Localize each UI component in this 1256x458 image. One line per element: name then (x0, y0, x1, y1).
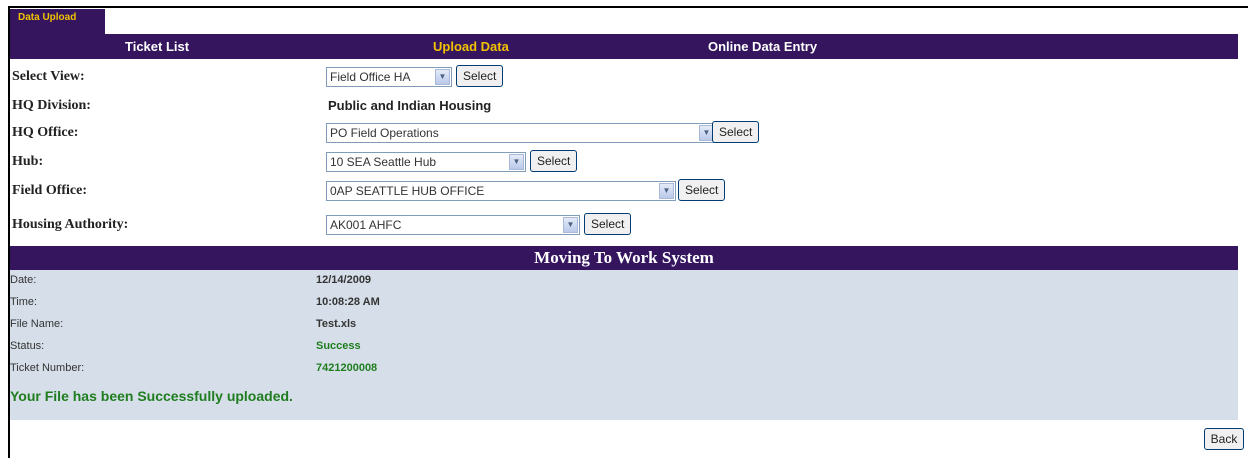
field-office-value: 0AP SEATTLE HUB OFFICE (330, 184, 485, 198)
date-label: Date: (10, 274, 37, 286)
hq-division-value: Public and Indian Housing (328, 98, 492, 113)
hub-select-button[interactable]: Select (530, 150, 578, 172)
file-name-value: Test.xls (316, 318, 357, 330)
ticket-number-label: Ticket Number: (10, 362, 85, 374)
info-row-date: Date: 12/14/2009 (10, 272, 610, 290)
info-row-status: Status: Success (10, 338, 610, 356)
hq-office-select-button[interactable]: Select (712, 121, 760, 143)
hq-division-label: HQ Division: (12, 98, 91, 113)
nav-bar: Ticket List Upload Data Online Data Entr… (10, 34, 1238, 59)
ticket-number-value: 7421200008 (316, 362, 378, 374)
chevron-down-icon: ▼ (509, 154, 524, 170)
select-view-label: Select View: (12, 69, 85, 84)
tab-data-upload[interactable]: Data Upload (10, 9, 105, 34)
select-view-dropdown[interactable]: Field Office HA ▼ (326, 67, 452, 87)
chevron-down-icon: ▼ (563, 217, 578, 233)
hq-office-dropdown[interactable]: PO Field Operations ▼ (326, 123, 716, 143)
field-office-select-button[interactable]: Select (678, 179, 726, 201)
hub-value: 10 SEA Seattle Hub (330, 155, 437, 169)
panel-title: Moving To Work System (10, 246, 1238, 270)
form-row-hq-division: HQ Division: Public and Indian Housing (10, 94, 910, 118)
select-view-button[interactable]: Select (456, 65, 504, 87)
time-label: Time: (10, 296, 38, 308)
file-name-label: File Name: (10, 318, 64, 330)
housing-authority-dropdown[interactable]: AK001 AHFC ▼ (326, 215, 580, 235)
hq-office-value: PO Field Operations (330, 126, 439, 140)
select-view-value: Field Office HA (330, 70, 411, 84)
back-button[interactable]: Back (1204, 428, 1244, 450)
hq-office-label: HQ Office: (12, 125, 79, 140)
housing-authority-value: AK001 AHFC (330, 218, 402, 232)
upload-result-panel: Date: 12/14/2009 Time: 10:08:28 AM File … (10, 270, 1238, 420)
form-row-select-view: Select View: Field Office HA ▼ Select (10, 65, 910, 89)
nav-ticket-list[interactable]: Ticket List (125, 34, 189, 59)
hub-label: Hub: (12, 154, 44, 169)
info-row-ticket-number: Ticket Number: 7421200008 (10, 360, 610, 378)
info-row-file-name: File Name: Test.xls (10, 316, 610, 334)
success-message: Your File has been Successfully uploaded… (10, 388, 293, 404)
housing-authority-select-button[interactable]: Select (584, 213, 632, 235)
info-row-time: Time: 10:08:28 AM (10, 294, 610, 312)
nav-upload-data[interactable]: Upload Data (433, 34, 509, 59)
housing-authority-label: Housing Authority: (12, 217, 129, 232)
status-label: Status: (10, 340, 45, 352)
time-value: 10:08:28 AM (316, 296, 380, 308)
form-row-hub: Hub: 10 SEA Seattle Hub ▼ Select (10, 150, 910, 174)
form-row-housing-authority: Housing Authority: AK001 AHFC ▼ Select (10, 213, 910, 237)
field-office-label: Field Office: (12, 183, 88, 198)
form-row-hq-office: HQ Office: PO Field Operations ▼ Select (10, 121, 910, 145)
nav-online-data-entry[interactable]: Online Data Entry (708, 34, 817, 59)
form-row-field-office: Field Office: 0AP SEATTLE HUB OFFICE ▼ S… (10, 179, 910, 203)
status-value: Success (316, 340, 361, 352)
chevron-down-icon: ▼ (659, 183, 674, 199)
chevron-down-icon: ▼ (435, 69, 450, 85)
field-office-dropdown[interactable]: 0AP SEATTLE HUB OFFICE ▼ (326, 181, 676, 201)
hub-dropdown[interactable]: 10 SEA Seattle Hub ▼ (326, 152, 526, 172)
date-value: 12/14/2009 (316, 274, 372, 286)
